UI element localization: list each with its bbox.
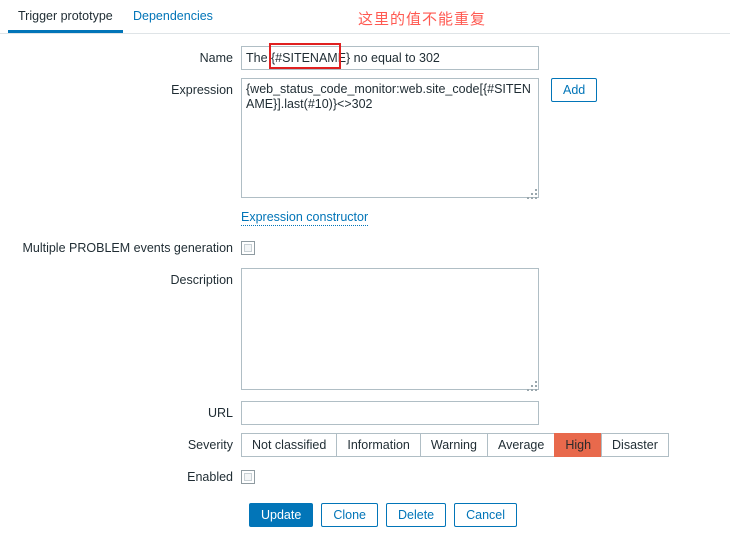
expression-textarea[interactable]: {web_status_code_monitor:web.site_code[{… — [241, 78, 539, 198]
form-row-description: Description — [0, 268, 730, 393]
annotation-note: 这里的值不能重复 — [358, 10, 487, 28]
severity-segmented-control: Not classified Information Warning Average H… — [241, 433, 669, 457]
severity-option-not-classified[interactable]: Not classified — [241, 433, 337, 457]
severity-option-warning[interactable]: Warning — [419, 433, 487, 457]
severity-label: Severity — [187, 438, 233, 452]
tab-trigger-prototype[interactable]: Trigger prototype — [8, 0, 123, 33]
severity-option-high[interactable]: High — [554, 433, 602, 457]
form-row-multiple-problem-events: Multiple PROBLEM events generation — [0, 236, 730, 260]
name-input-container — [241, 43, 539, 70]
trigger-prototype-form: Name Expression {web_status_code_monitor… — [0, 34, 730, 527]
expression-field-wrap: {web_status_code_monitor:web.site_code[{… — [241, 78, 598, 201]
expression-textarea-container: {web_status_code_monitor:web.site_code[{… — [241, 78, 539, 201]
cancel-button[interactable]: Cancel — [454, 503, 518, 527]
enabled-label: Enabled — [187, 470, 233, 484]
severity-option-disaster[interactable]: Disaster — [601, 433, 669, 457]
description-field-wrap — [241, 268, 539, 393]
url-field-wrap — [241, 401, 539, 425]
tab-trigger-prototype-label: Trigger prototype — [18, 9, 113, 23]
add-expression-button[interactable]: Add — [551, 78, 598, 102]
form-row-enabled: Enabled — [0, 465, 730, 489]
form-row-url: URL — [0, 401, 730, 425]
form-row-name: Name — [0, 43, 730, 70]
multiple-problem-events-checkbox[interactable] — [241, 241, 255, 255]
description-textarea-container — [241, 268, 539, 393]
name-input[interactable] — [241, 46, 539, 70]
form-actions: Update Clone Delete Cancel — [249, 503, 730, 527]
clone-button[interactable]: Clone — [321, 503, 378, 527]
description-textarea[interactable] — [241, 268, 539, 390]
update-button[interactable]: Update — [249, 503, 314, 527]
severity-option-average[interactable]: Average — [486, 433, 555, 457]
multiple-problem-events-label: Multiple PROBLEM events generation — [22, 241, 233, 255]
severity-field-wrap: Not classified Information Warning Average H… — [241, 433, 669, 457]
delete-button[interactable]: Delete — [385, 503, 447, 527]
severity-option-information[interactable]: Information — [336, 433, 420, 457]
enabled-field — [241, 465, 255, 484]
expression-constructor-spacer — [0, 209, 241, 226]
tab-dependencies[interactable]: Dependencies — [123, 0, 223, 33]
expression-label: Expression — [171, 83, 233, 97]
description-label: Description — [170, 273, 233, 287]
form-row-expression-constructor: Expression constructor — [0, 209, 730, 226]
form-row-expression: Expression {web_status_code_monitor:web.… — [0, 78, 730, 201]
name-label: Name — [199, 51, 233, 65]
expression-constructor-link[interactable]: Expression constructor — [241, 209, 369, 226]
url-input[interactable] — [241, 401, 539, 425]
multiple-problem-events-field — [241, 236, 255, 255]
form-row-severity: Severity Not classified Information Warnin… — [0, 433, 730, 457]
url-label: URL — [207, 406, 233, 420]
name-field-wrap — [241, 43, 539, 70]
enabled-checkbox[interactable] — [241, 470, 255, 484]
tab-dependencies-label: Dependencies — [133, 9, 213, 23]
